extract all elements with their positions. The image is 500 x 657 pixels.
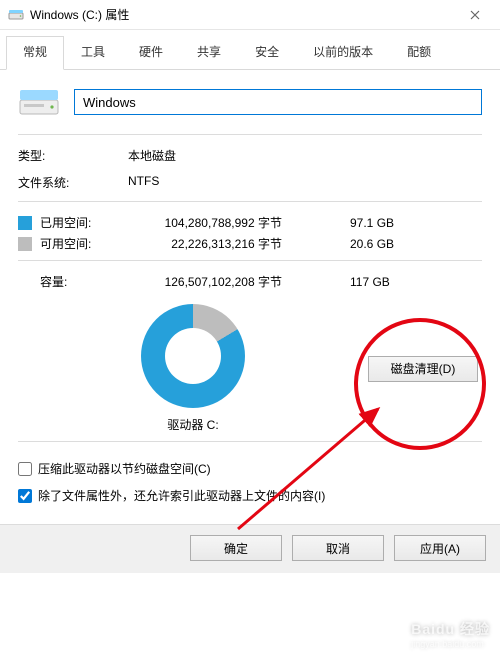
used-label: 已用空间: [40,214,132,231]
tab-bar: 常规 工具 硬件 共享 安全 以前的版本 配额 [0,30,500,70]
close-icon [470,10,480,20]
free-label: 可用空间: [40,235,132,252]
titlebar: Windows (C:) 属性 [0,0,500,30]
used-bytes: 104,280,788,992 字节 [132,214,322,231]
index-checkbox-label: 除了文件属性外，还允许索引此驱动器上文件的内容(I) [38,487,325,504]
filesystem-value: NTFS [128,174,482,191]
capacity-bytes: 126,507,102,208 字节 [132,273,322,290]
capacity-label: 容量: [40,273,132,290]
tab-sharing[interactable]: 共享 [180,36,238,69]
cancel-button[interactable]: 取消 [292,535,384,561]
divider [18,201,482,202]
apply-button[interactable]: 应用(A) [394,535,486,561]
divider [18,260,482,261]
ok-button[interactable]: 确定 [190,535,282,561]
drive-large-icon [18,84,60,120]
general-panel: 类型: 本地磁盘 文件系统: NTFS 已用空间: 104,280,788,99… [0,70,500,524]
drive-name-input[interactable] [74,89,482,115]
free-size: 20.6 GB [322,237,482,251]
annotation-circle-icon [354,318,486,450]
used-size: 97.1 GB [322,216,482,230]
watermark: Baidu 经验 jingyan.baidu.com [411,619,490,649]
tab-general[interactable]: 常规 [6,36,64,70]
divider [18,134,482,135]
tab-quota[interactable]: 配额 [390,36,448,69]
tab-tools[interactable]: 工具 [64,36,122,69]
compress-checkbox-row[interactable]: 压缩此驱动器以节约磁盘空间(C) [18,460,482,477]
tab-security[interactable]: 安全 [238,36,296,69]
disk-cleanup-button[interactable]: 磁盘清理(D) [368,356,478,382]
close-button[interactable] [458,0,492,30]
divider [18,441,482,442]
filesystem-label: 文件系统: [18,174,128,191]
tab-hardware[interactable]: 硬件 [122,36,180,69]
free-bytes: 22,226,313,216 字节 [132,235,322,252]
drive-icon [8,7,24,23]
window-title: Windows (C:) 属性 [30,6,458,23]
type-value: 本地磁盘 [128,147,482,164]
compress-checkbox[interactable] [18,462,32,476]
tab-previous[interactable]: 以前的版本 [296,36,390,69]
drive-caption: 驱动器 C: [167,416,218,433]
type-label: 类型: [18,147,128,164]
usage-pie-chart [141,304,245,408]
index-checkbox[interactable] [18,489,32,503]
capacity-size: 117 GB [322,275,482,289]
dialog-buttons: 确定 取消 应用(A) [0,524,500,573]
compress-checkbox-label: 压缩此驱动器以节约磁盘空间(C) [38,460,211,477]
used-swatch-icon [18,216,32,230]
free-swatch-icon [18,237,32,251]
index-checkbox-row[interactable]: 除了文件属性外，还允许索引此驱动器上文件的内容(I) [18,487,482,504]
